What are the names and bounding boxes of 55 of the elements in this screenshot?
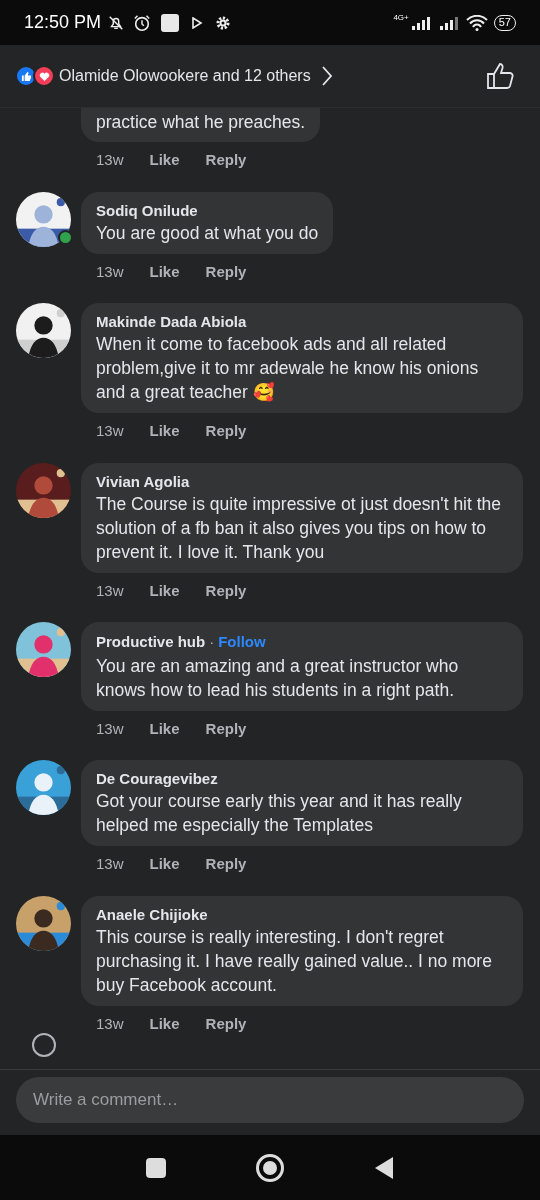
like-link[interactable]: Like [149,420,180,443]
reactions-summary[interactable]: Olamide Olowookere and 12 others [59,64,311,88]
separator-dot: · [209,632,215,652]
alarm-clock-icon [133,13,152,32]
like-link[interactable]: Like [149,717,180,740]
like-link[interactable]: Like [149,149,180,172]
reply-link[interactable]: Reply [205,717,247,740]
like-link[interactable]: Like [149,853,180,876]
settings-icon [215,14,232,31]
recents-button[interactable] [146,1157,166,1178]
author-name[interactable]: Makinde Dada Abiola [96,312,247,332]
comment-text: When it come to facebook ads and all related problem,give it to mr adewale he know his onions and a great teacher 🥰 [96,333,480,404]
comment-text: This course is really interesting. I don't regret purchasing it. I have really gained value.. I no more buy Facebook account. [96,925,493,997]
signal-icon [437,15,460,30]
comment-time: 13w [96,421,124,441]
back-button[interactable] [374,1155,394,1180]
loading-spinner [32,1033,56,1057]
reply-link[interactable]: Reply [205,420,247,443]
home-button[interactable] [256,1153,284,1182]
network-type: 4G+ [393,14,409,22]
like-link[interactable]: Like [149,579,180,602]
comment-text: You are good at what you do [96,221,319,245]
author-name[interactable]: Vivian Agolia [96,471,190,492]
like-reaction-icon [15,65,37,87]
comment-text: You are an amazing and a great instructor who knows how to lead his students in a right path. [96,654,460,702]
author-name[interactable]: Anaele Chijioke [96,904,208,925]
comment-time: 13w [96,718,124,739]
comment-time: 13w [96,854,124,874]
chevron-right-icon[interactable] [320,65,333,87]
comment-text: Got your course early this year and it has really helped me especially the Templates [96,790,463,837]
reply-link[interactable]: Reply [205,149,247,172]
clock: 12:50 PM [24,11,102,34]
comment-text: The Course is quite impressive ot just doesn't hit the solution of a fb ban it also gives you tips on how to prevent it. I love it. Thank you [96,492,503,564]
reply-link[interactable]: Reply [205,853,247,876]
signal-icon [409,15,432,30]
thumbs-up-icon[interactable] [485,61,515,91]
comment-time: 13w [96,1013,124,1033]
author-name[interactable]: De Couragevibez [96,769,218,789]
author-name[interactable]: Productive hub [96,632,206,652]
love-reaction-icon [33,65,55,87]
play-icon [191,16,204,29]
comment-time: 13w [96,150,124,170]
comment-input-field[interactable]: Write a comment… [16,1077,524,1123]
reply-link[interactable]: Reply [205,579,247,602]
like-link[interactable]: Like [149,1012,180,1033]
wifi-icon [465,14,488,31]
comment-text: practice what he preaches. [96,111,306,134]
follow-link[interactable]: Follow [218,631,266,654]
author-name[interactable]: Sodiq Onilude [96,200,198,221]
muted-bell-icon [107,13,126,32]
reply-link[interactable]: Reply [205,260,247,283]
comment-time: 13w [96,261,124,282]
like-link[interactable]: Like [149,260,180,283]
reply-link[interactable]: Reply [205,1012,247,1033]
comment-time: 13w [96,580,124,601]
